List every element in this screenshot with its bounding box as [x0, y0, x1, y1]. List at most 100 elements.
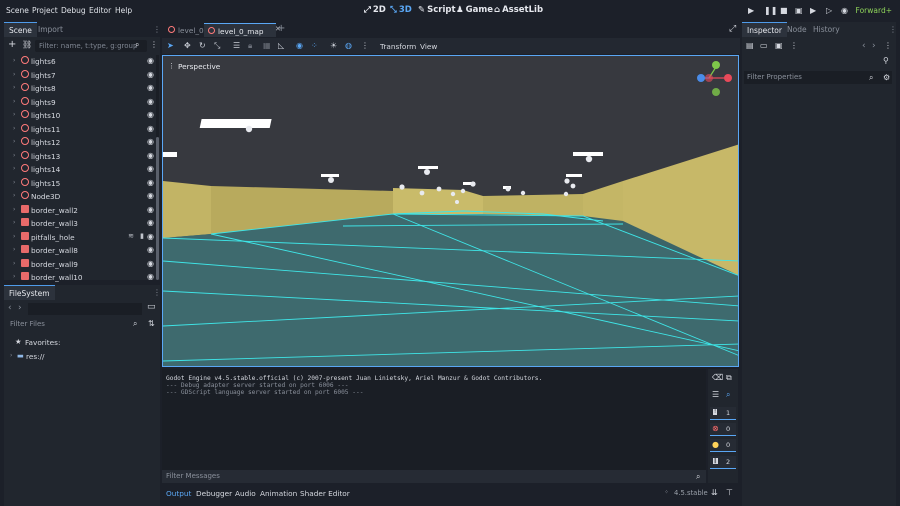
signals-icon[interactable]: ≋ [128, 232, 134, 240]
tab-output[interactable]: Output [166, 489, 191, 498]
play-scene-icon[interactable]: ▶ [810, 6, 816, 15]
snap-icon[interactable]: ⁘ [311, 41, 318, 50]
scene-tree-row[interactable]: › lights12 ◉ [4, 136, 156, 150]
copy-icon[interactable]: ⧉ [726, 373, 732, 383]
history-forward-icon[interactable]: › [872, 41, 876, 51]
expand-arrow-icon[interactable]: › [13, 233, 15, 240]
expand-arrow-icon[interactable]: › [13, 273, 15, 280]
inspector-dock-menu-icon[interactable]: ⋮ [889, 25, 897, 34]
expand-arrow-icon[interactable]: › [13, 138, 15, 145]
expand-arrow-icon[interactable]: › [13, 111, 15, 118]
transform-menu[interactable]: Transform [380, 42, 416, 51]
local-space-icon[interactable]: ◉ [296, 41, 303, 50]
menu-debug[interactable]: Debug [61, 6, 86, 15]
sun-preview-icon[interactable]: ☀ [330, 41, 337, 50]
remote-debug-icon[interactable]: ▣ [795, 6, 803, 15]
expand-arrow-icon[interactable]: › [13, 152, 15, 159]
scene-tree-row[interactable]: › border_wall10 ◉ [4, 271, 156, 285]
expand-arrow-icon[interactable]: › [13, 98, 15, 105]
visibility-eye-icon[interactable]: ◉ [147, 124, 154, 133]
search-toggle-icon[interactable]: ⌕ [726, 390, 730, 400]
history-back-icon[interactable]: ‹ [862, 41, 866, 51]
dock-menu-icon[interactable]: ⋮ [153, 25, 161, 34]
visibility-eye-icon[interactable]: ◉ [147, 83, 154, 92]
visibility-eye-icon[interactable]: ◉ [147, 191, 154, 200]
visibility-eye-icon[interactable]: ◉ [147, 70, 154, 79]
renderer-select[interactable]: Forward+ [856, 6, 892, 15]
warnings-count-button[interactable]: ● 0 [710, 439, 736, 452]
list-select-icon[interactable]: ☰ [233, 41, 240, 50]
3d-viewport[interactable]: ⋮ Perspective [162, 55, 739, 367]
scene-tree-row[interactable]: › lights8 ◉ [4, 82, 156, 96]
play-custom-icon[interactable]: ▷ [826, 6, 832, 15]
back-icon[interactable]: ‹ [8, 303, 12, 313]
scene-tree-row[interactable]: › lights6 ◉ [4, 55, 156, 69]
tab-scene[interactable]: Scene [4, 22, 37, 37]
favorites-label[interactable]: Favorites: [25, 338, 60, 347]
visibility-eye-icon[interactable]: ◉ [147, 137, 154, 146]
menu-scene[interactable]: Scene [6, 6, 29, 15]
visibility-eye-icon[interactable]: ◉ [147, 164, 154, 173]
inspector-settings-icon[interactable]: ⚙ [883, 73, 890, 82]
path-field[interactable] [28, 303, 142, 315]
scene-tree-row[interactable]: › pitfalls_hole ≋ ▮ ◉ [4, 231, 156, 245]
update-spinner-icon[interactable]: ⇊ [711, 488, 718, 497]
res-root-label[interactable]: res:// [26, 352, 45, 361]
resource-menu-icon[interactable]: ⋮ [790, 41, 798, 50]
tab-shader-editor[interactable]: Shader Editor [300, 489, 350, 498]
tab-debugger[interactable]: Debugger [196, 489, 232, 498]
scale-mode-icon[interactable]: ⤡ [214, 41, 220, 51]
play-icon[interactable]: ▶ [748, 6, 754, 15]
expand-arrow-icon[interactable]: › [13, 260, 15, 267]
scene-tree-row[interactable]: › border_wall8 ◉ [4, 244, 156, 258]
viewport-menu-icon[interactable]: ⋮ [361, 41, 369, 50]
visibility-eye-icon[interactable]: ◉ [147, 205, 154, 214]
load-resource-icon[interactable]: ▭ [760, 41, 768, 50]
menu-help[interactable]: Help [115, 6, 132, 15]
scene-tree-row[interactable]: › border_wall2 ◉ [4, 204, 156, 218]
expand-arrow-icon[interactable]: › [13, 219, 15, 226]
editor-messages-count-button[interactable]: ‖ 2 [710, 456, 736, 469]
visibility-eye-icon[interactable]: ◉ [147, 178, 154, 187]
scene-tree-row[interactable]: › lights14 ◉ [4, 163, 156, 177]
tab-history[interactable]: History [808, 22, 845, 37]
stop-icon[interactable]: ■ [780, 6, 788, 15]
pin-panel-icon[interactable]: ⊤ [726, 488, 733, 497]
clear-log-icon[interactable]: ⌫ [712, 373, 723, 382]
expand-arrow-icon[interactable]: › [13, 57, 15, 64]
visibility-eye-icon[interactable]: ◉ [147, 272, 154, 281]
expand-arrow-icon[interactable]: › [13, 206, 15, 213]
messages-count-button[interactable]: ! 1 [710, 407, 736, 420]
expand-arrow-icon[interactable]: › [13, 192, 15, 199]
scene-tree-row[interactable]: › lights9 ◉ [4, 96, 156, 110]
expand-arrow-icon[interactable]: › [13, 84, 15, 91]
visibility-eye-icon[interactable]: ◉ [147, 259, 154, 268]
scene-tree-row[interactable]: › lights11 ◉ [4, 123, 156, 137]
save-resource-icon[interactable]: ▣ [775, 41, 783, 50]
expand-arrow-icon[interactable]: › [13, 246, 15, 253]
visibility-eye-icon[interactable]: ◉ [147, 56, 154, 65]
split-view-icon[interactable]: ▭ [147, 302, 156, 312]
workspace-game-button[interactable]: ♟ Game [456, 5, 493, 15]
scene-tree-row[interactable]: › lights13 ◉ [4, 150, 156, 164]
script-attached-icon[interactable]: ▮ [140, 232, 144, 240]
add-scene-tab-icon[interactable]: + [277, 23, 285, 34]
add-node-icon[interactable]: + [8, 39, 16, 50]
tab-inspector[interactable]: Inspector [742, 22, 787, 37]
scene-tree-row[interactable]: › border_wall3 ◉ [4, 217, 156, 231]
new-resource-icon[interactable]: ▤ [746, 41, 754, 50]
ruler-icon[interactable]: ◺ [278, 41, 284, 50]
view-menu[interactable]: View [420, 42, 437, 51]
fs-filter-input[interactable]: Filter Files [8, 318, 134, 330]
link-icon[interactable]: ⛓ [22, 40, 32, 49]
scene-tree-row[interactable]: › border_wall9 ◉ [4, 258, 156, 272]
expand-arrow-icon[interactable]: › [13, 179, 15, 186]
tab-level-0-map[interactable]: level_0_map [204, 23, 276, 37]
expand-arrow-icon[interactable]: › [13, 165, 15, 172]
scene-tree-menu-icon[interactable]: ⋮ [150, 40, 158, 49]
tab-audio[interactable]: Audio [235, 489, 256, 498]
pause-icon[interactable]: ❚❚ [764, 6, 777, 15]
visibility-eye-icon[interactable]: ◉ [147, 151, 154, 160]
move-mode-icon[interactable]: ✥ [184, 41, 191, 50]
expand-arrow-icon[interactable]: › [13, 125, 15, 132]
